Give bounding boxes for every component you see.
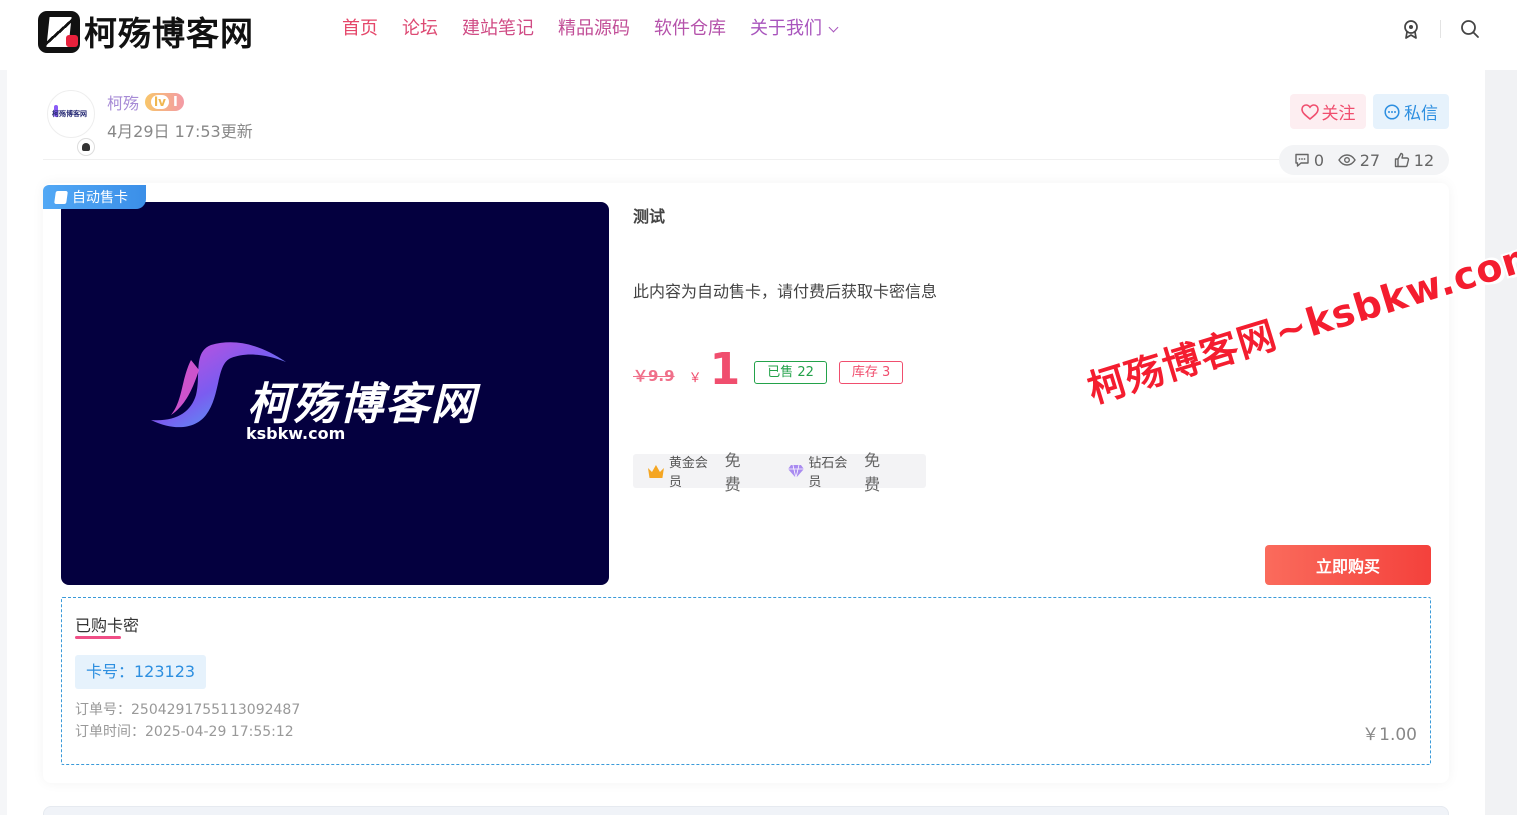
original-price: ￥9.9 <box>633 367 675 385</box>
book-icon <box>54 190 68 204</box>
vip-diamond: 钻石会员 免费 <box>787 447 897 495</box>
heart-icon <box>1300 103 1319 120</box>
site-header: 柯殇博客网 首页 论坛 建站笔记 精品源码 软件仓库 关于我们 <box>0 0 1517 70</box>
logo-text: 柯殇博客网 <box>84 14 254 53</box>
author-block: 柯殇博客网 柯殇 lv I 4月29日 17:53更新 <box>47 90 253 156</box>
diamond-icon <box>787 464 804 478</box>
view-count: 27 <box>1337 150 1381 170</box>
next-section-card <box>43 806 1449 815</box>
currency-symbol: ￥ <box>688 371 702 386</box>
post-stats: 0 27 12 <box>1279 145 1449 175</box>
product-description: 此内容为自动售卡，请付费后获取卡密信息 <box>633 282 938 301</box>
avatar[interactable]: 柯殇博客网 <box>47 90 95 138</box>
view-count-value: 27 <box>1359 150 1381 170</box>
chevron-down-icon <box>828 22 839 32</box>
vip-pricing: 黄金会员 免费 钻石会员 免费 <box>633 451 926 494</box>
cover-title: 柯殇博客网 <box>247 379 477 430</box>
follow-label: 关注 <box>1321 104 1356 124</box>
stock-badge: 库存 3 <box>838 361 904 384</box>
follow-button[interactable]: 关注 <box>1290 94 1366 129</box>
sold-badge: 已售 22 <box>754 361 827 384</box>
order-amount: ￥1.00 <box>1362 725 1417 745</box>
nav-item-2[interactable]: 建站笔记 <box>462 16 534 42</box>
current-price: 1 <box>709 344 741 395</box>
cover-subtitle: ksbkw.com <box>246 424 346 443</box>
level-value: I <box>172 94 178 110</box>
product-title: 测试 <box>633 207 666 226</box>
nav-item-4[interactable]: 软件仓库 <box>654 16 726 42</box>
medal-icon[interactable] <box>1400 18 1422 40</box>
header-actions <box>1400 18 1481 40</box>
like-count[interactable]: 12 <box>1394 151 1434 170</box>
price-row: ￥9.9 ￥ 1 已售 22 库存 3 <box>633 344 904 395</box>
vip-gold-name: 黄金会员 <box>668 456 708 490</box>
message-label: 私信 <box>1404 104 1438 124</box>
card-number[interactable]: 卡号：123123 <box>75 655 207 689</box>
crown-icon <box>647 464 664 478</box>
purchased-card-box: 已购卡密 卡号：123123 订单号：250429175511309248​7 … <box>61 597 1431 765</box>
vip-gold-value: 免费 <box>724 451 741 494</box>
author-name-row: 柯殇 lv I <box>107 90 253 114</box>
page-side-strip <box>1485 70 1517 815</box>
thumbs-up-icon <box>1394 152 1409 168</box>
nav-item-3[interactable]: 精品源码 <box>558 16 630 42</box>
buy-now-button[interactable]: 立即购买 <box>1265 545 1431 585</box>
site-logo[interactable]: 柯殇博客网 <box>38 8 254 54</box>
nav-item-1[interactable]: 论坛 <box>402 16 438 42</box>
nav-item-label: 首页 <box>342 18 378 39</box>
header-divider <box>1440 20 1441 38</box>
nav-item-label: 软件仓库 <box>654 18 726 39</box>
nav-item-label: 建站笔记 <box>462 18 534 39</box>
nav-item-label: 论坛 <box>402 18 438 39</box>
author-info: 柯殇 lv I 4月29日 17:53更新 <box>107 90 253 142</box>
nav-item-0[interactable]: 首页 <box>342 16 378 42</box>
vip-diamond-name: 钻石会员 <box>808 456 848 490</box>
message-button[interactable]: 私信 <box>1373 94 1449 129</box>
product-card: 自动售卡 柯殇博客网 ksbkw.com 测试 此内容为自动售卡，请付费后获取卡… <box>43 183 1449 783</box>
eye-icon <box>1337 154 1356 166</box>
nav-item-label: 关于我们 <box>750 18 822 39</box>
title-underline <box>75 636 121 639</box>
nav-item-5[interactable]: 关于我们 <box>750 16 839 42</box>
order-time: 订单时间：2025-04-29 17:55:12 <box>75 724 294 740</box>
main-nav: 首页 论坛 建站笔记 精品源码 软件仓库 关于我们 <box>342 16 861 42</box>
author-name[interactable]: 柯殇 <box>107 90 139 114</box>
purchased-title: 已购卡密 <box>75 616 140 635</box>
author-divider <box>43 159 1449 160</box>
order-number: 订单号：250429175511309248​7 <box>75 702 301 718</box>
vip-diamond-value: 免费 <box>864 451 881 494</box>
product-type-label: 自动售卡 <box>72 190 128 206</box>
product-type-tag: 自动售卡 <box>43 185 146 209</box>
logo-mark-icon <box>38 9 82 53</box>
post-main: 柯殇博客网 柯殇 lv I 4月29日 17:53更新 关注 私信 0 27 1… <box>7 70 1485 815</box>
product-cover-image[interactable]: 柯殇博客网 ksbkw.com <box>61 202 609 585</box>
level-badge: lv I <box>145 93 184 111</box>
level-prefix: lv <box>151 95 169 109</box>
chat-icon <box>1384 103 1400 120</box>
avatar-badge-icon <box>77 138 95 156</box>
comment-count-value: 0 <box>1313 150 1325 170</box>
comment-count[interactable]: 0 <box>1294 151 1324 170</box>
comment-icon <box>1295 153 1309 167</box>
like-count-value: 12 <box>1413 150 1435 170</box>
vip-gold: 黄金会员 免费 <box>647 447 757 495</box>
search-icon[interactable] <box>1459 18 1481 40</box>
update-time: 4月29日 17:53更新 <box>107 122 253 141</box>
avatar-logo-text: 柯殇博客网 <box>52 110 87 118</box>
nav-item-label: 精品源码 <box>558 18 630 39</box>
